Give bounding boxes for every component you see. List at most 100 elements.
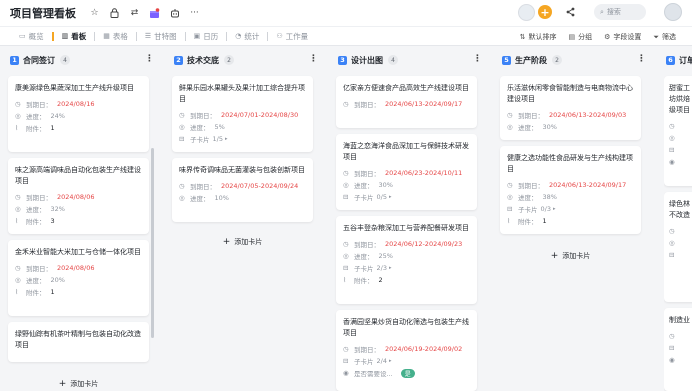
share-icon[interactable] — [564, 6, 577, 19]
plus-icon: + — [550, 251, 559, 261]
progress-label: 进度： — [518, 194, 538, 202]
field-icon: ◉ — [669, 158, 675, 166]
card[interactable]: 味界传奇调味品无菌灌装与包装创新项目 ◷ 到期日： 2024/07/05-2024/… — [172, 158, 313, 222]
gift-icon[interactable] — [148, 7, 161, 20]
column-menu-icon[interactable]: ⋮ — [145, 54, 154, 64]
progress-label: 进度： — [354, 182, 374, 190]
card[interactable]: 康美源绿色果蔬深加工生产线升级项目 ◷ 到期日： 2024/08/16 ◎ 进度： 24… — [8, 76, 149, 152]
add-card-button[interactable]: + 添加卡片 — [8, 374, 149, 391]
filter-button[interactable]: ⏷ 筛选 — [653, 32, 676, 42]
card[interactable]: 亿家亲方便速食产品高效生产线建设项目 ◷ 到期日： 2024/06/13-2024/… — [336, 76, 477, 128]
card-subcards: ⊟ — [669, 144, 692, 156]
card[interactable]: 海蓝之恋海洋食品深加工与保鲜技术研发项目 ◷ 到期日： 2024/06/23-202… — [336, 134, 477, 210]
tab-overview[interactable]: ▭ 概览 — [14, 26, 49, 46]
due-label: 到期日： — [26, 265, 52, 273]
group-button[interactable]: ▤ 分组 — [568, 32, 592, 42]
card[interactable]: 甜蜜工坊烘焙级项目 ◷ ◎ ⊟ ◉ — [664, 76, 692, 186]
subcard-icon: ⊟ — [343, 357, 349, 365]
field-settings-button[interactable]: ⚙ 字段设置 — [604, 32, 641, 42]
attach-value: 1 — [50, 124, 55, 132]
add-card-button[interactable]: + 添加卡片 — [172, 232, 313, 252]
user-avatar[interactable] — [664, 3, 682, 21]
collaborator-avatar[interactable] — [518, 3, 535, 21]
card[interactable]: 鲜果乐园水果罐头及果汁加工综合提升项目 ◷ 到期日： 2024/07/01-2024… — [172, 76, 313, 152]
column-menu-icon[interactable]: ⋮ — [309, 54, 318, 64]
card-extra-field: ◉ 是否需要设... 是 — [343, 367, 471, 379]
card-due: ◷ 到期日： 2024/08/06 — [15, 262, 143, 274]
card-subcards: ⊟ 子卡片 2/4 ▸ — [343, 355, 471, 367]
more-icon[interactable]: ··· — [188, 7, 201, 20]
clock-icon: ◷ — [343, 169, 349, 177]
column-menu-icon[interactable]: ⋮ — [473, 54, 482, 64]
card[interactable]: 绿野仙踪有机茶叶精制与包装自动化改造项目 — [8, 322, 149, 362]
attach-label: 附件： — [354, 277, 374, 285]
card-progress: ◎ 进度： 38% — [507, 191, 635, 203]
card[interactable]: 乐活滋休闲零食智能制造与电商物流中心建设项目 ◷ 到期日： 2024/06/13-2… — [500, 76, 641, 140]
card[interactable]: 香满园坚果炒货自动化筛选与包装生产线项目 ◷ 到期日： 2024/06/19-202… — [336, 310, 477, 391]
subcard-label: 子卡片 — [354, 265, 374, 273]
add-collaborator-button[interactable]: + — [538, 5, 552, 19]
search-input[interactable]: ⌕ 搜索 — [594, 4, 646, 20]
subcard-label: 子卡片 — [190, 136, 210, 144]
page-title: 项目管理看板 — [10, 7, 76, 20]
card[interactable]: 绿色林不改造 ◷ ◎ ⊟ — [664, 192, 692, 302]
attach-value: 1 — [542, 217, 547, 225]
card[interactable]: 味之源高端调味品自动化包装生产线建设项目 ◷ 到期日： 2024/08/06 ◎ 进度… — [8, 158, 149, 234]
card[interactable]: 金禾米业智能大米加工与仓储一体化项目 ◷ 到期日： 2024/08/06 ◎ 进度： 2… — [8, 240, 149, 316]
card-due: ◷ — [669, 225, 692, 237]
card[interactable]: 健康之选功能性食品研发与生产线构建项目 ◷ 到期日： 2024/06/13-2024… — [500, 146, 641, 234]
column-count: 4 — [60, 55, 70, 65]
attach-value: 3 — [50, 217, 55, 225]
clock-icon: ◷ — [343, 240, 349, 248]
card-progress: ◎ — [669, 237, 692, 249]
tab-statistics[interactable]: ◔ 统计 — [230, 26, 264, 46]
subcard-label: 子卡片 — [354, 358, 374, 366]
subcard-icon: ⊟ — [343, 264, 349, 272]
due-value: 2024/07/05-2024/09/24 — [221, 182, 299, 190]
card-progress: ◎ 进度： 30% — [343, 179, 471, 191]
tab-gantt[interactable]: ☰ 甘特图 — [140, 26, 182, 46]
switch-icon[interactable]: ⇄ — [128, 7, 141, 20]
card-title: 金禾米业智能大米加工与仓储一体化项目 — [15, 248, 141, 256]
divider — [267, 31, 269, 41]
column-design: 3 设计出图 4 ⋮ 亿家亲方便速食产品高效生产线建设项目 ◷ 到期日： 2024/… — [336, 48, 484, 391]
overview-icon: ▭ — [19, 32, 26, 40]
card-title: 甜蜜工坊烘焙级项目 — [669, 84, 690, 114]
kanban-icon: ▥ — [61, 32, 69, 40]
progress-value: 30% — [378, 181, 393, 189]
caret-icon: ▸ — [388, 194, 392, 200]
due-label: 到期日： — [190, 112, 216, 120]
card-due: ◷ 到期日： 2024/08/16 — [15, 98, 143, 110]
card[interactable]: 五谷丰登杂粮深加工与营养配餐研发项目 ◷ 到期日： 2024/06/12-2024/… — [336, 216, 477, 304]
tab-calendar[interactable]: ▣ 日历 — [189, 26, 224, 46]
robot-icon[interactable] — [168, 7, 181, 20]
column-header: 5 生产阶段 2 ⋮ — [500, 48, 648, 72]
field-icon: ◉ — [669, 356, 675, 364]
due-label: 到期日： — [354, 170, 380, 178]
column-title: 订单 — [679, 55, 692, 65]
subcard-icon: ⊟ — [343, 193, 349, 201]
view-tabs: ▭ 概览 ▥ 看板 ▦ 表格 ☰ 甘特图 ▣ 日历 ◔ 统计 ⚇ 工作量 ⇅ 默认排序 ▤ 分组 … — [0, 26, 692, 46]
divider — [184, 31, 186, 41]
column-number: 5 — [502, 55, 511, 65]
caret-icon: ▸ — [552, 206, 556, 212]
star-icon[interactable]: ☆ — [88, 7, 101, 20]
card[interactable]: 制造业 ◷ ⊟ ◉ — [664, 308, 692, 391]
clock-icon: ◷ — [15, 193, 21, 201]
tab-kanban[interactable]: ▥ 看板 — [57, 26, 92, 46]
card-progress: ◎ 进度： 10% — [179, 192, 307, 204]
progress-value: 38% — [542, 193, 557, 201]
column-menu-icon[interactable]: ⋮ — [637, 54, 646, 64]
tab-workload[interactable]: ⚇ 工作量 — [271, 26, 313, 46]
card-due: ◷ 到期日： 2024/06/23-2024/10/11 — [343, 167, 471, 179]
tab-table[interactable]: ▦ 表格 — [98, 26, 133, 46]
search-icon: ⌕ — [600, 7, 604, 16]
lock-icon[interactable] — [108, 7, 121, 20]
clock-icon: ◷ — [507, 111, 513, 119]
add-card-button[interactable]: + 添加卡片 — [500, 246, 641, 266]
progress-value: 25% — [378, 252, 393, 260]
sort-button[interactable]: ⇅ 默认排序 — [520, 32, 557, 42]
column-scrollbar[interactable] — [151, 148, 154, 338]
filter-label: 筛选 — [662, 33, 676, 41]
subcard-value: 0/5 — [376, 193, 387, 201]
